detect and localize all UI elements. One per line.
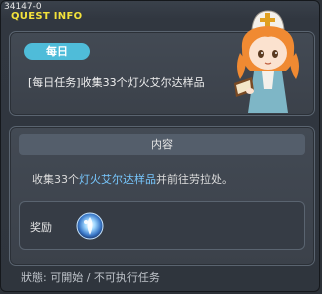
quest-description: 收集33个灯火艾尔达样品并前往劳拉处。 — [32, 171, 233, 187]
quest-name: [每日任务]收集33个灯火艾尔达样品 — [28, 76, 205, 89]
npc-portrait — [234, 10, 299, 113]
desc-suffix: 并前往劳拉处。 — [156, 173, 233, 186]
window-title: QUEST INFO — [11, 11, 83, 22]
quest-status: 狀態: 可開始 / 不可执行任务 — [21, 271, 160, 284]
daily-badge: 每日 — [24, 43, 90, 60]
quest-content-panel: 内容 收集33个灯火艾尔达样品并前往劳拉处。 奖励 — [9, 126, 315, 266]
reward-box: 奖励 — [19, 201, 305, 250]
elda-sample-orb-icon[interactable] — [75, 211, 105, 241]
desc-prefix: 收集33个 — [32, 173, 79, 186]
quest-info-window: 34147-0 QUEST INFO 每日 [每日任务]收集33个灯火艾尔达样品… — [0, 0, 320, 292]
content-section-header: 内容 — [19, 134, 305, 155]
desc-item-highlight: 灯火艾尔达样品 — [79, 173, 156, 186]
reward-label: 奖励 — [30, 221, 52, 234]
